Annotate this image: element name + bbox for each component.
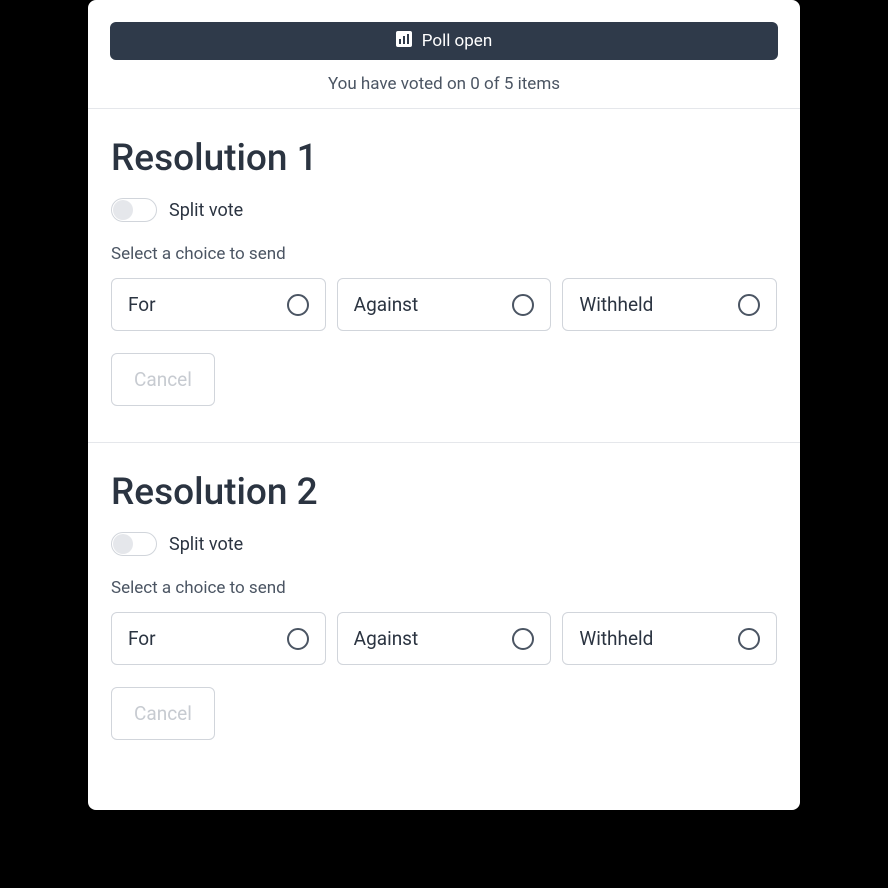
choice-withheld[interactable]: Withheld <box>562 278 777 331</box>
radio-icon <box>287 294 309 316</box>
choice-for[interactable]: For <box>111 278 326 331</box>
radio-icon <box>738 294 760 316</box>
choice-label: Withheld <box>579 293 653 316</box>
cancel-button[interactable]: Cancel <box>111 687 215 740</box>
poll-header: Poll open You have voted on 0 of 5 items <box>88 0 800 109</box>
choice-label: Withheld <box>579 627 653 650</box>
resolution-title: Resolution 1 <box>111 137 777 180</box>
split-vote-row: Split vote <box>111 532 777 556</box>
radio-icon <box>512 294 534 316</box>
choices-row: For Against Withheld <box>111 612 777 665</box>
radio-icon <box>287 628 309 650</box>
choice-label: Against <box>354 627 419 650</box>
choice-against[interactable]: Against <box>337 278 552 331</box>
choice-label: For <box>128 293 156 316</box>
poll-card: Poll open You have voted on 0 of 5 items… <box>88 0 800 810</box>
split-vote-row: Split vote <box>111 198 777 222</box>
poll-status-badge[interactable]: Poll open <box>110 22 778 60</box>
split-vote-toggle[interactable] <box>111 532 157 556</box>
poll-status-label: Poll open <box>422 31 492 51</box>
choice-against[interactable]: Against <box>337 612 552 665</box>
resolution-title: Resolution 2 <box>111 471 777 514</box>
split-vote-label: Split vote <box>169 200 243 221</box>
cancel-label: Cancel <box>134 368 192 391</box>
resolution-block: Resolution 1 Split vote Select a choice … <box>88 109 800 443</box>
resolution-block: Resolution 2 Split vote Select a choice … <box>88 443 800 776</box>
choice-for[interactable]: For <box>111 612 326 665</box>
select-prompt: Select a choice to send <box>111 578 777 598</box>
radio-icon <box>512 628 534 650</box>
choice-label: Against <box>354 293 419 316</box>
vote-status-text: You have voted on 0 of 5 items <box>110 74 778 94</box>
select-prompt: Select a choice to send <box>111 244 777 264</box>
toggle-knob <box>113 200 133 220</box>
cancel-label: Cancel <box>134 702 192 725</box>
split-vote-toggle[interactable] <box>111 198 157 222</box>
radio-icon <box>738 628 760 650</box>
split-vote-label: Split vote <box>169 534 243 555</box>
choice-label: For <box>128 627 156 650</box>
choice-withheld[interactable]: Withheld <box>562 612 777 665</box>
poll-icon <box>396 31 412 52</box>
cancel-button[interactable]: Cancel <box>111 353 215 406</box>
toggle-knob <box>113 534 133 554</box>
choices-row: For Against Withheld <box>111 278 777 331</box>
